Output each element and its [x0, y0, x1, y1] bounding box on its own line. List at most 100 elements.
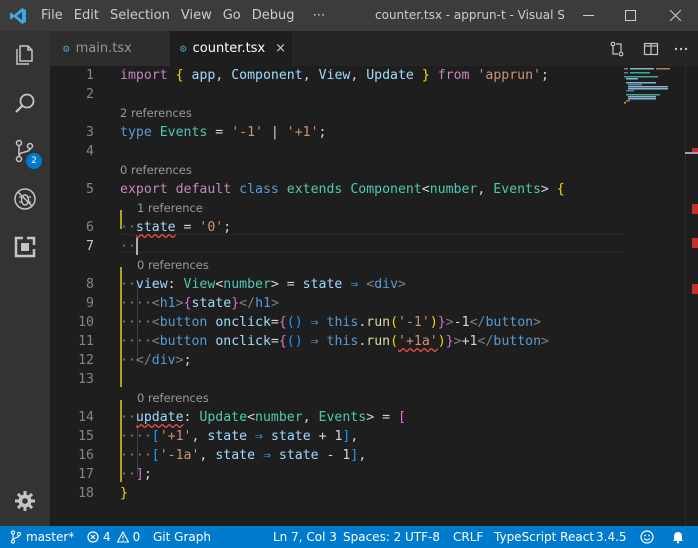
code-lens-references[interactable]: 2 references: [120, 104, 192, 123]
explorer-button[interactable]: [0, 31, 50, 79]
code-lens-row: 1 reference: [50, 199, 690, 218]
tab-label: main.tsx: [75, 41, 132, 56]
line-number: 11: [78, 334, 94, 349]
code-line: 6 ··state = '0';: [50, 218, 690, 237]
tab-counter-tsx[interactable]: ⚙ counter.tsx ×: [170, 31, 292, 66]
explorer-icon: [16, 45, 33, 65]
maximize-button[interactable]: [610, 0, 650, 31]
split-editor-icon: [643, 42, 659, 55]
line-number: 10: [78, 315, 94, 330]
indentation-status[interactable]: Spaces: 2: [343, 526, 401, 548]
code-text: ····<button onclick={() ⇒ this.run('+1a'…: [120, 334, 549, 349]
code-lens-references[interactable]: 0 references: [120, 161, 192, 180]
minimap[interactable]: [620, 66, 684, 526]
code-text: ··view: View<number> = state ⇒ <div>: [120, 277, 406, 292]
notifications-button[interactable]: [671, 526, 685, 548]
search-icon: [15, 93, 35, 113]
code-lens-references[interactable]: 1 reference: [137, 199, 203, 218]
smiley-icon: [640, 530, 654, 544]
eol-status[interactable]: CRLF: [453, 526, 483, 548]
search-button[interactable]: [0, 79, 50, 127]
minimize-button[interactable]: [568, 0, 608, 31]
code-text: ····['+1', state ⇒ state + 1],: [120, 429, 359, 444]
code-text: ····['-1a', state ⇒ state - 1],: [120, 448, 367, 463]
menu-view[interactable]: View: [176, 0, 217, 31]
line-number: 1: [86, 68, 94, 83]
menu-selection[interactable]: Selection: [105, 0, 175, 31]
line-number: 9: [86, 296, 94, 311]
code-line: 4: [50, 142, 690, 161]
extensions-button[interactable]: [0, 223, 50, 271]
open-changes-icon: [610, 41, 624, 56]
tab-main-tsx[interactable]: ⚙ main.tsx: [50, 31, 170, 66]
line-number: 7: [86, 239, 94, 254]
menu-debug[interactable]: Debug: [247, 0, 300, 31]
code-editor[interactable]: 1 import { app, Component, View, Update …: [50, 66, 698, 526]
react-file-icon: ⚙: [63, 42, 70, 55]
menu-file[interactable]: File: [36, 0, 68, 31]
code-text: ··update: Update<number, Events> = [: [120, 410, 406, 425]
code-line: 12 ··</div>;: [50, 351, 690, 370]
code-line: 13: [50, 370, 690, 389]
split-editor-button[interactable]: [634, 31, 668, 66]
code-lens-references[interactable]: 0 references: [137, 389, 209, 408]
code-line: 11 ····<button onclick={() ⇒ this.run('+…: [50, 332, 690, 351]
language-mode-status[interactable]: TypeScript React: [494, 526, 594, 548]
vscode-logo-icon: [0, 0, 36, 31]
code-text: ··state = '0';: [120, 220, 232, 235]
close-tab-button[interactable]: ×: [275, 41, 286, 56]
cursor-marker: [685, 152, 698, 154]
line-number: 15: [78, 429, 94, 444]
warnings-count: 0: [132, 530, 141, 544]
typescript-version-status[interactable]: 3.4.5: [596, 526, 627, 548]
warning-icon: [116, 531, 129, 543]
feedback-button[interactable]: [640, 526, 654, 548]
source-control-button[interactable]: 2: [0, 127, 50, 175]
code-text: ··: [120, 239, 136, 254]
code-line: 18 }: [50, 484, 690, 503]
line-number: 17: [78, 467, 94, 482]
line-number: 5: [86, 182, 94, 197]
branch-status[interactable]: master*: [10, 526, 74, 548]
debug-icon: [14, 188, 36, 210]
problems-status[interactable]: 4 0: [87, 526, 140, 548]
debug-button[interactable]: [0, 175, 50, 223]
line-number: 2: [86, 87, 94, 102]
text-cursor: [136, 238, 138, 255]
code-text: ··</div>;: [120, 353, 192, 368]
maximize-icon: [624, 10, 636, 21]
open-changes-button[interactable]: [600, 31, 634, 66]
close-window-button[interactable]: [655, 0, 695, 31]
gear-icon: [15, 491, 35, 511]
menu-more-button[interactable]: ⋯: [301, 8, 338, 23]
errors-count: 4: [103, 530, 111, 544]
code-line: 8 ··view: View<number> = state ⇒ <div>: [50, 275, 690, 294]
line-number: 4: [86, 144, 94, 159]
code-line: 3 type Events = '-1' | '+1';: [50, 123, 690, 142]
code-lens-row: 0 references: [50, 161, 690, 180]
menu-edit[interactable]: Edit: [69, 0, 104, 31]
line-number: 8: [86, 277, 94, 292]
code-line: 14 ··update: Update<number, Events> = [: [50, 408, 690, 427]
more-actions-button[interactable]: [664, 31, 698, 66]
code-line: 2: [50, 85, 690, 104]
activity-bar: 2: [0, 31, 50, 526]
title-bar: File Edit Selection View Go Debug ⋯ coun…: [0, 0, 698, 31]
overview-ruler[interactable]: [685, 66, 698, 526]
code-line: 17 ··];: [50, 465, 690, 484]
code-text: ····<button onclick={() ⇒ this.run('-1')…: [120, 315, 542, 330]
line-number: 13: [78, 372, 94, 387]
line-number: 12: [78, 353, 94, 368]
code-line: 7 ··: [50, 237, 690, 256]
code-text: type Events = '-1' | '+1';: [120, 125, 327, 140]
git-graph-button[interactable]: Git Graph: [153, 526, 211, 548]
menu-go[interactable]: Go: [218, 0, 246, 31]
code-lens-references[interactable]: 0 references: [137, 256, 209, 275]
encoding-status[interactable]: UTF-8: [405, 526, 440, 548]
cursor-position-status[interactable]: Ln 7, Col 3: [273, 526, 337, 548]
git-branch-icon: [10, 530, 22, 544]
tabs-bar: ⚙ main.tsx ⚙ counter.tsx ×: [50, 31, 698, 66]
line-number: 18: [78, 486, 94, 501]
settings-button[interactable]: [0, 477, 50, 525]
close-icon: [669, 10, 681, 21]
